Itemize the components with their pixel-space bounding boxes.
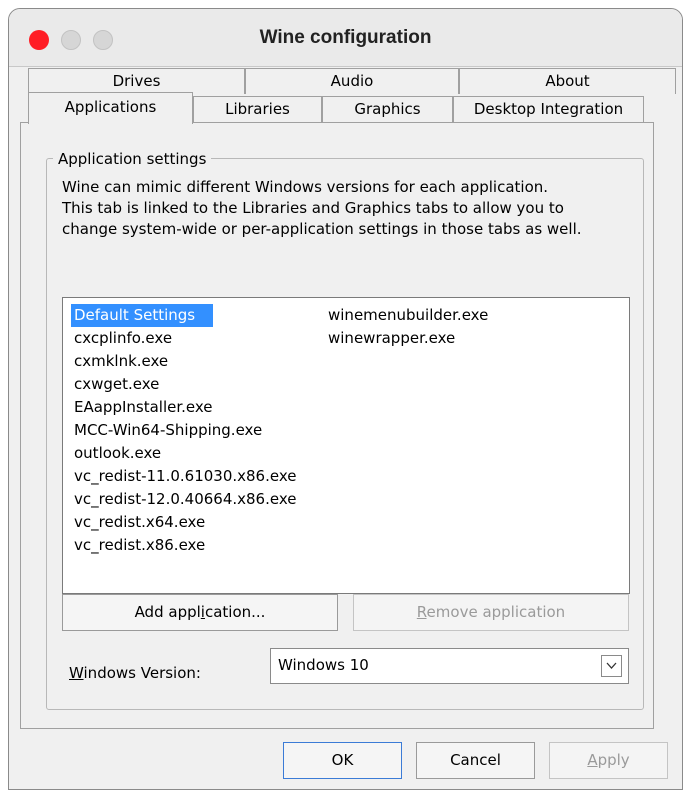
windows-version-label-part: indows Version:: [83, 664, 201, 682]
list-item[interactable]: MCC-Win64-Shipping.exe: [71, 419, 299, 442]
list-item[interactable]: cxwget.exe: [71, 373, 299, 396]
window-title: Wine configuration: [259, 27, 432, 48]
applications-column-2: winemenubuilder.exe winewrapper.exe: [325, 304, 491, 350]
list-item[interactable]: vc_redist-12.0.40664.x86.exe: [71, 488, 299, 511]
tab-audio[interactable]: Audio: [245, 68, 459, 94]
application-settings-legend: Application settings: [53, 149, 212, 169]
list-item[interactable]: winewrapper.exe: [325, 327, 491, 350]
tab-libraries[interactable]: Libraries: [193, 96, 322, 122]
tab-graphics[interactable]: Graphics: [322, 96, 453, 122]
description-line: Wine can mimic different Windows version…: [62, 178, 549, 196]
windows-version-value: Windows 10: [278, 656, 369, 674]
add-application-button[interactable]: Add application...: [62, 594, 338, 631]
list-item[interactable]: cxcplinfo.exe: [71, 327, 299, 350]
apply-button[interactable]: Apply: [549, 742, 668, 779]
remove-application-button[interactable]: Remove application: [353, 594, 629, 631]
list-item[interactable]: vc_redist.x86.exe: [71, 534, 299, 557]
list-item[interactable]: vc_redist.x64.exe: [71, 511, 299, 534]
remove-application-accel: R: [416, 603, 427, 621]
add-application-label-part: cation...: [204, 603, 266, 621]
list-item-selected[interactable]: Default Settings: [71, 304, 213, 327]
windows-version-accel: W: [69, 664, 84, 682]
list-item[interactable]: cxmklnk.exe: [71, 350, 299, 373]
tab-about[interactable]: About: [459, 68, 676, 94]
application-settings-description: Wine can mimic different Windows version…: [62, 177, 637, 240]
tab-applications[interactable]: Applications: [28, 92, 193, 124]
applications-listbox[interactable]: Default Settings cxcplinfo.exe cxmklnk.e…: [62, 297, 630, 594]
windows-version-label: Windows Version:: [69, 664, 201, 682]
remove-application-label-part: emove application: [426, 603, 566, 621]
ok-button[interactable]: OK: [283, 742, 402, 779]
list-item[interactable]: vc_redist-11.0.61030.x86.exe: [71, 465, 299, 488]
add-application-label-part: Add appl: [134, 603, 201, 621]
description-line: change system-wide or per-application se…: [62, 220, 582, 238]
list-item[interactable]: outlook.exe: [71, 442, 299, 465]
tab-desktop-integration[interactable]: Desktop Integration: [453, 96, 644, 122]
chevron-down-icon[interactable]: [601, 655, 622, 677]
apply-accel: A: [587, 751, 598, 769]
cancel-button[interactable]: Cancel: [416, 742, 535, 779]
list-item[interactable]: winemenubuilder.exe: [325, 304, 491, 327]
windows-version-select[interactable]: Windows 10: [270, 648, 629, 684]
description-line: This tab is linked to the Libraries and …: [62, 199, 564, 217]
tab-drives[interactable]: Drives: [28, 68, 245, 94]
title-bar[interactable]: Wine configuration: [9, 9, 682, 67]
applications-column-1: Default Settings cxcplinfo.exe cxmklnk.e…: [71, 304, 299, 557]
list-item[interactable]: EAappInstaller.exe: [71, 396, 299, 419]
apply-label-part: pply: [597, 751, 630, 769]
